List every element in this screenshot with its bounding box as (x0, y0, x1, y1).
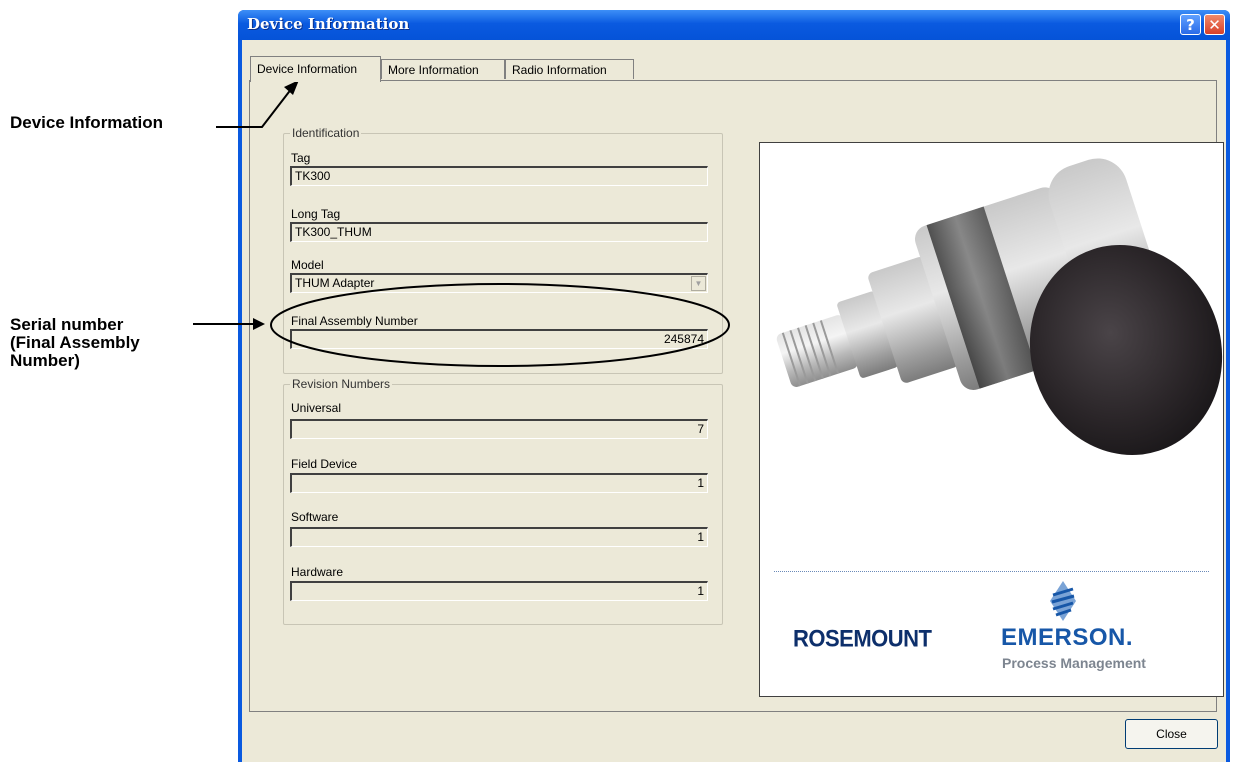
annotation-serial-number-line3: Number) (10, 351, 80, 370)
universal-field[interactable]: 7 (290, 419, 708, 439)
revision-numbers-group: Revision Numbers Universal 7 Field Devic… (283, 377, 723, 625)
help-button[interactable]: ? (1180, 14, 1201, 35)
long-tag-label: Long Tag (291, 207, 341, 221)
device-information-panel: Identification Tag TK300 Long Tag TK300_… (249, 80, 1224, 712)
brand-divider (774, 571, 1209, 572)
tab-radio-information[interactable]: Radio Information (505, 59, 634, 79)
field-device-field[interactable]: 1 (290, 473, 708, 493)
close-window-button[interactable]: ✕ (1204, 14, 1225, 35)
tag-label: Tag (291, 151, 311, 165)
hardware-label: Hardware (291, 565, 344, 579)
annotation-serial-number-line1: Serial number (10, 315, 124, 334)
model-value: THUM Adapter (295, 276, 375, 290)
long-tag-field[interactable]: TK300_THUM (290, 222, 708, 242)
final-assembly-number-field[interactable]: 245874 (290, 329, 708, 349)
emerson-logo: EMERSON. (1001, 624, 1134, 651)
universal-label: Universal (291, 401, 342, 415)
identification-group: Identification Tag TK300 Long Tag TK300_… (283, 126, 723, 374)
final-assembly-number-label: Final Assembly Number (291, 314, 418, 328)
field-device-label: Field Device (291, 457, 358, 471)
software-field[interactable]: 1 (290, 527, 708, 547)
device-information-dialog: Device Information ? ✕ Device Informatio… (238, 10, 1230, 762)
thum-adapter-image (776, 158, 1223, 455)
revision-numbers-group-label: Revision Numbers (290, 377, 393, 391)
title-bar[interactable]: Device Information ? ✕ (238, 10, 1230, 40)
model-dropdown[interactable]: THUM Adapter ▼ (290, 273, 708, 293)
close-button[interactable]: Close (1125, 719, 1218, 749)
rosemount-logo: ROSEMOUNT (793, 624, 932, 653)
process-management-logo: Process Management (1002, 655, 1146, 671)
annotation-serial-number-line2: (Final Assembly (10, 333, 140, 352)
software-label: Software (291, 510, 339, 524)
model-label: Model (291, 258, 324, 272)
hardware-field[interactable]: 1 (290, 581, 708, 601)
identification-group-label: Identification (290, 126, 362, 140)
window-title: Device Information (247, 15, 410, 33)
annotation-device-information: Device Information (10, 113, 164, 132)
emerson-logo-icon (1050, 581, 1076, 621)
device-image-panel: ROSEMOUNT EMERSON. Process Management (759, 142, 1224, 697)
chevron-down-icon[interactable]: ▼ (691, 276, 706, 291)
tag-field[interactable]: TK300 (290, 166, 708, 186)
dialog-client-area: Device Information More Information Radi… (242, 40, 1226, 762)
tab-device-information[interactable]: Device Information (250, 56, 381, 82)
tab-more-information[interactable]: More Information (381, 59, 505, 79)
